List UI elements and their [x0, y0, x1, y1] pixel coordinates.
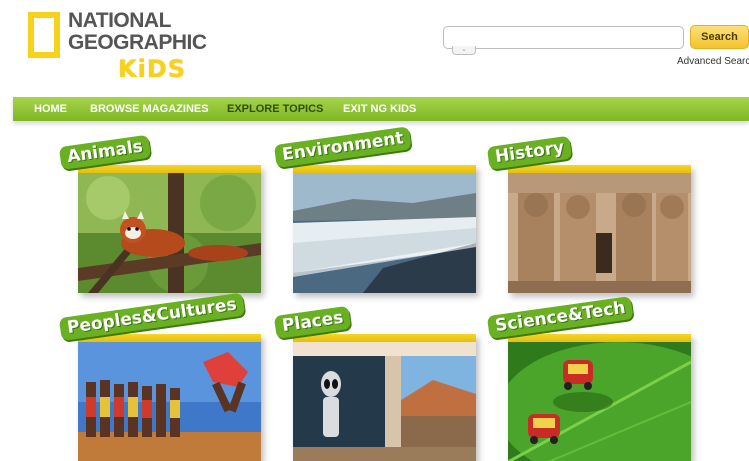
- nav-exit-ng-kids[interactable]: EXIT NG KIDS: [343, 97, 416, 121]
- tile-accent-bar: [508, 334, 691, 342]
- topic-label-environment: Environment: [273, 126, 412, 168]
- dancers-image: [78, 342, 261, 461]
- topic-tile-history[interactable]: History: [486, 135, 691, 293]
- topic-tile-peoples-cultures[interactable]: Peoples&Cultures: [58, 292, 261, 461]
- advanced-search-link[interactable]: Advanced Search: [677, 56, 749, 67]
- search-input[interactable]: [443, 26, 684, 49]
- tile-accent-bar: [293, 334, 476, 342]
- ancient-statues-image: [508, 173, 691, 293]
- main-nav: HOME BROWSE MAGAZINES EXPLORE TOPICS EXI…: [13, 97, 749, 121]
- tile-accent-bar: [293, 165, 476, 173]
- robot-cars-image: [508, 342, 691, 461]
- topic-tile-animals[interactable]: Animals: [58, 134, 261, 293]
- logo-kids: KiDS: [118, 55, 187, 83]
- search-button[interactable]: Search: [690, 25, 749, 49]
- topic-tile-science-tech[interactable]: Science&Tech: [486, 296, 691, 461]
- logo-line-geographic: GEOGRAPHIC: [68, 31, 207, 54]
- nav-home[interactable]: HOME: [34, 97, 67, 121]
- natgeo-kids-logo[interactable]: NATIONAL GEOGRAPHIC KiDS: [28, 10, 207, 83]
- red-panda-image: [78, 173, 261, 293]
- logo-wordmark: NATIONAL GEOGRAPHIC: [68, 10, 207, 54]
- tile-accent-bar: [78, 334, 261, 342]
- nav-browse-magazines[interactable]: BROWSE MAGAZINES: [90, 97, 209, 121]
- glacier-image: [293, 173, 476, 293]
- topic-tile-places[interactable]: Places: [273, 305, 476, 461]
- tile-accent-bar: [508, 165, 691, 173]
- search-dropdown-icon[interactable]: ⌄: [452, 46, 476, 55]
- yellow-border-icon: [28, 12, 60, 58]
- topic-label-science-tech: Science&Tech: [486, 296, 634, 339]
- alien-statue-image: [293, 342, 476, 461]
- tile-accent-bar: [78, 165, 261, 173]
- logo-line-national: NATIONAL: [68, 9, 171, 32]
- nav-explore-topics[interactable]: EXPLORE TOPICS: [227, 97, 323, 121]
- topic-tile-environment[interactable]: Environment: [273, 126, 476, 293]
